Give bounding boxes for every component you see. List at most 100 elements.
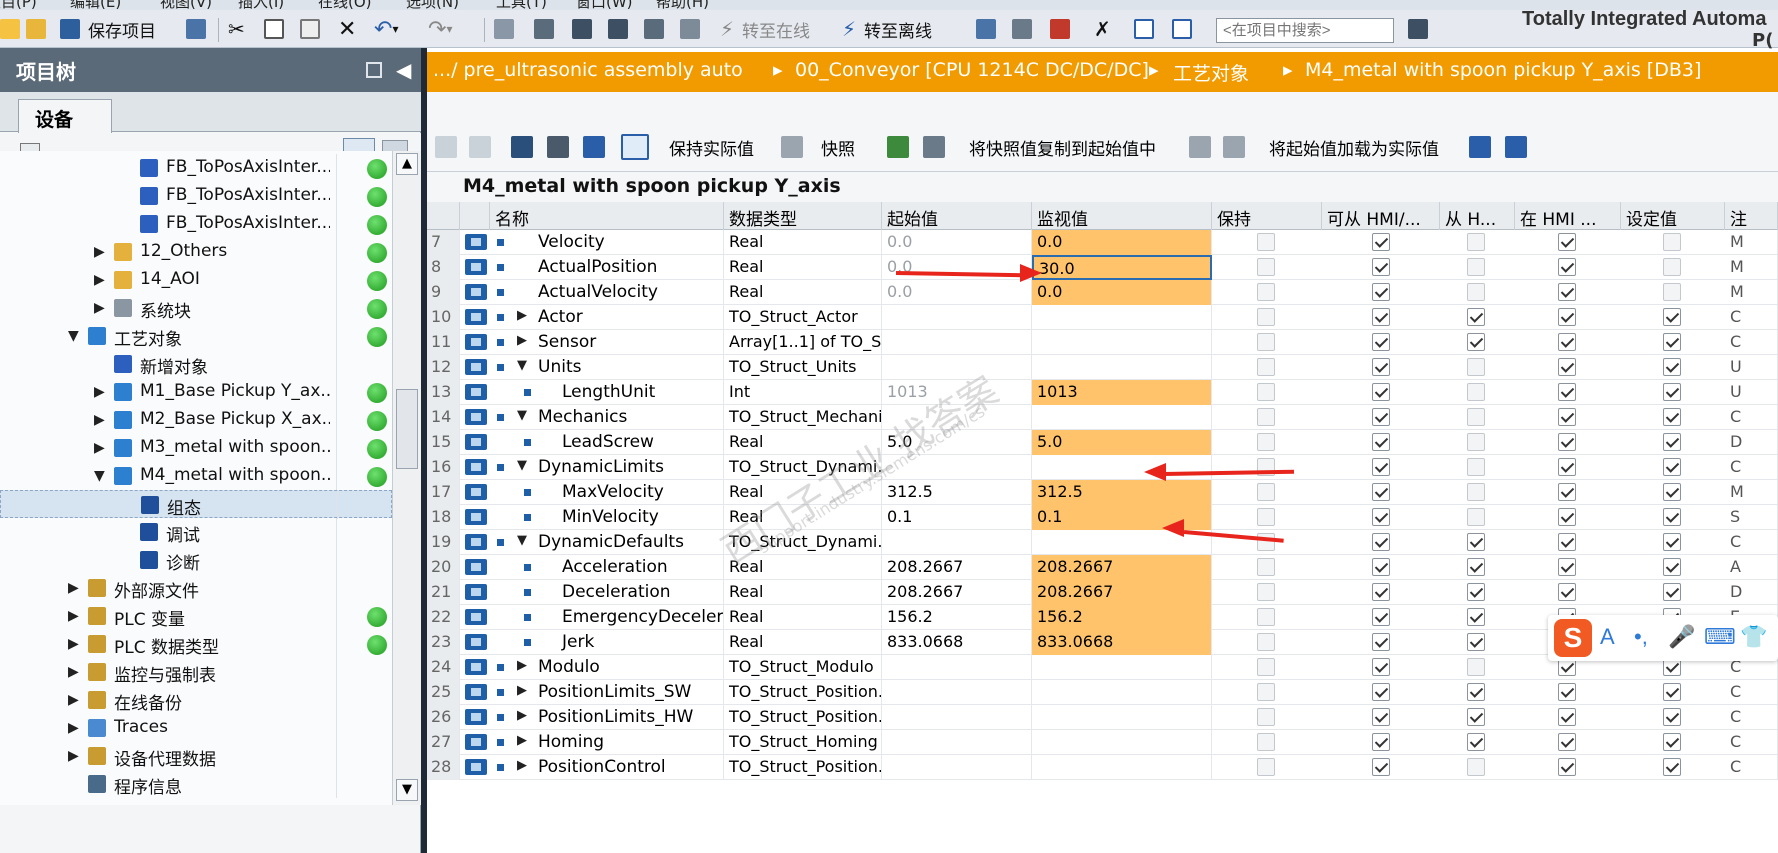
paste-button[interactable] xyxy=(300,16,320,42)
accessible-hmi-checkbox[interactable] xyxy=(1372,733,1390,751)
cell-start-value[interactable]: 0.1 xyxy=(882,505,1032,530)
setpoint-checkbox[interactable] xyxy=(1663,583,1681,601)
setpoint-checkbox[interactable] xyxy=(1663,533,1681,551)
expand-arrow-icon[interactable]: ▶ xyxy=(68,636,79,652)
expand-arrow-icon[interactable]: ▶ xyxy=(517,658,527,673)
header-name[interactable]: 名称 xyxy=(490,202,724,230)
layout-icon[interactable] xyxy=(366,62,382,78)
cell-datatype[interactable]: Real xyxy=(724,555,882,580)
cell-monitor-value[interactable] xyxy=(1032,680,1212,705)
cell-name[interactable]: DynamicDefaults xyxy=(533,530,724,555)
row-number[interactable]: 19 xyxy=(427,530,460,555)
tree-item[interactable]: ▶ M1_Base Pickup Y_ax... xyxy=(0,378,392,406)
table-row[interactable]: 12 ▼ Units TO_Struct_Units U xyxy=(427,355,1778,380)
row-number[interactable]: 20 xyxy=(427,555,460,580)
cell-monitor-value[interactable] xyxy=(1032,405,1212,430)
cell-datatype[interactable]: TO_Struct_Homing xyxy=(724,730,882,755)
cell-monitor-value[interactable] xyxy=(1032,705,1212,730)
accessible-hmi-checkbox[interactable] xyxy=(1372,758,1390,776)
cell-name[interactable]: DynamicLimits xyxy=(533,455,724,480)
expand-arrow-icon[interactable]: ▶ xyxy=(94,300,105,316)
writable-hmi-checkbox[interactable] xyxy=(1467,433,1485,451)
visible-hmi-checkbox[interactable] xyxy=(1558,333,1576,351)
setpoint-checkbox[interactable] xyxy=(1663,383,1681,401)
cell-name[interactable]: Actor xyxy=(533,305,724,330)
table-row[interactable]: 26 ▶ PositionLimits_HW TO_Struct_Position..… xyxy=(427,705,1778,730)
tree-item[interactable]: ▶ 14_AOI xyxy=(0,266,392,294)
go-offline-button[interactable]: ⚡ 转至离线 xyxy=(842,16,932,42)
cell-comment[interactable]: M xyxy=(1725,280,1778,305)
writable-hmi-checkbox[interactable] xyxy=(1467,683,1485,701)
menu-item[interactable]: 项目(P) xyxy=(0,0,37,10)
visible-hmi-checkbox[interactable] xyxy=(1558,258,1576,276)
cell-name[interactable]: PositionControl xyxy=(533,755,724,780)
cell-start-value[interactable]: 0.0 xyxy=(882,280,1032,305)
ime-logo-icon[interactable]: S xyxy=(1554,619,1592,657)
retain-checkbox[interactable] xyxy=(1257,258,1275,276)
cell-name[interactable]: Mechanics xyxy=(533,405,724,430)
setpoint-checkbox[interactable] xyxy=(1663,733,1681,751)
row-number[interactable]: 10 xyxy=(427,305,460,330)
cell-monitor-value[interactable]: 208.2667 xyxy=(1032,555,1212,580)
retain-checkbox[interactable] xyxy=(1257,633,1275,651)
expand-arrow-icon[interactable]: ▶ xyxy=(68,580,79,596)
cell-datatype[interactable]: TO_Struct_Dynami... xyxy=(724,530,882,555)
print-button[interactable] xyxy=(186,16,206,42)
cell-monitor-value[interactable]: 5.0 xyxy=(1032,430,1212,455)
tree-item[interactable]: ▶ 在线备份 xyxy=(0,686,392,714)
visible-hmi-checkbox[interactable] xyxy=(1558,433,1576,451)
writable-hmi-checkbox[interactable] xyxy=(1467,233,1485,251)
breadcrumb-item-db[interactable]: M4_metal with spoon pickup Y_axis [DB3] xyxy=(1305,59,1701,81)
split-horizontal-button[interactable] xyxy=(1134,16,1154,42)
retain-checkbox[interactable] xyxy=(1257,683,1275,701)
tree-item[interactable]: ▼ 工艺对象 xyxy=(0,322,392,350)
cell-name[interactable]: Homing xyxy=(533,730,724,755)
list-view-button[interactable] xyxy=(583,134,605,160)
table-row[interactable]: 25 ▶ PositionLimits_SW TO_Struct_Position..… xyxy=(427,680,1778,705)
cell-start-value[interactable]: 312.5 xyxy=(882,480,1032,505)
setpoint-checkbox[interactable] xyxy=(1663,683,1681,701)
menu-item[interactable]: 视图(V) xyxy=(160,0,212,10)
cell-start-value[interactable]: 5.0 xyxy=(882,430,1032,455)
visible-hmi-checkbox[interactable] xyxy=(1558,583,1576,601)
cell-start-value[interactable]: 1013 xyxy=(882,380,1032,405)
cell-name[interactable]: Modulo xyxy=(533,655,724,680)
cell-datatype[interactable]: TO_Struct_Modulo xyxy=(724,655,882,680)
menu-item[interactable]: 窗口(W) xyxy=(576,0,633,10)
writable-hmi-checkbox[interactable] xyxy=(1467,258,1485,276)
cell-monitor-value[interactable]: 156.2 xyxy=(1032,605,1212,630)
accessible-hmi-checkbox[interactable] xyxy=(1372,408,1390,426)
visible-hmi-checkbox[interactable] xyxy=(1558,408,1576,426)
visible-hmi-checkbox[interactable] xyxy=(1558,383,1576,401)
cell-comment[interactable]: C xyxy=(1725,730,1778,755)
cell-comment[interactable]: C xyxy=(1725,455,1778,480)
menu-item[interactable]: 编辑(E) xyxy=(70,0,121,10)
visible-hmi-checkbox[interactable] xyxy=(1558,733,1576,751)
accessible-hmi-checkbox[interactable] xyxy=(1372,333,1390,351)
retain-checkbox[interactable] xyxy=(1257,333,1275,351)
writable-hmi-checkbox[interactable] xyxy=(1467,708,1485,726)
header-start-value[interactable]: 起始值 xyxy=(882,202,1032,230)
cell-name[interactable]: MaxVelocity xyxy=(557,480,724,505)
cell-start-value[interactable] xyxy=(882,655,1032,680)
row-number[interactable]: 22 xyxy=(427,605,460,630)
visible-hmi-checkbox[interactable] xyxy=(1558,233,1576,251)
expand-arrow-icon[interactable]: ▶ xyxy=(517,708,527,723)
collapse-arrow-icon[interactable]: ▼ xyxy=(68,328,79,344)
row-number[interactable]: 24 xyxy=(427,655,460,680)
cell-start-value[interactable] xyxy=(882,455,1032,480)
setpoint-checkbox[interactable] xyxy=(1663,233,1681,251)
cell-monitor-value[interactable]: 0.0 xyxy=(1032,280,1212,305)
cell-monitor-value[interactable] xyxy=(1032,730,1212,755)
cell-comment[interactable]: U xyxy=(1725,380,1778,405)
tree-item[interactable]: ▶ 系统块 xyxy=(0,294,392,322)
writable-hmi-checkbox[interactable] xyxy=(1467,483,1485,501)
visible-hmi-checkbox[interactable] xyxy=(1558,708,1576,726)
cell-comment[interactable]: C xyxy=(1725,755,1778,780)
cell-monitor-value[interactable]: 30.0 xyxy=(1032,255,1212,280)
expand-arrow-icon[interactable]: ▶ xyxy=(94,272,105,288)
retain-checkbox[interactable] xyxy=(1257,283,1275,301)
accessible-hmi-checkbox[interactable] xyxy=(1372,633,1390,651)
cell-start-value[interactable] xyxy=(882,705,1032,730)
project-search-input[interactable] xyxy=(1216,18,1394,43)
